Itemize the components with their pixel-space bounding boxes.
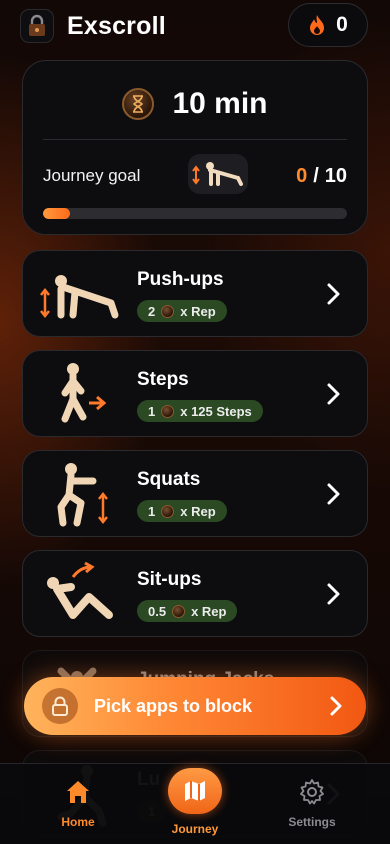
app-title: Exscroll xyxy=(67,12,166,40)
nav-settings[interactable]: Settings xyxy=(262,764,362,844)
rate-unit: x Rep xyxy=(180,303,216,319)
pick-apps-label: Pick apps to block xyxy=(94,696,253,716)
exercise-rate-badge: 0.5 x Rep xyxy=(137,600,238,622)
chevron-right-icon xyxy=(330,696,342,716)
home-icon xyxy=(67,781,89,803)
hourglass-coin-icon xyxy=(122,88,155,120)
streak-counter[interactable]: 0 xyxy=(288,3,368,47)
progress-total: 10 xyxy=(324,165,347,187)
exercise-name: Steps xyxy=(137,369,189,390)
nav-journey-label: Journey xyxy=(171,822,219,836)
gear-icon xyxy=(300,779,324,805)
lock-icon xyxy=(42,688,78,724)
rate-amount: 1 xyxy=(148,503,156,519)
chevron-right-icon xyxy=(327,483,340,505)
divider xyxy=(43,139,347,140)
exercise-name: Squats xyxy=(137,469,201,490)
exercise-rate-badge: 1 x Rep xyxy=(137,500,227,522)
progress-separator: / xyxy=(313,165,319,187)
journey-goal-label: Journey goal xyxy=(43,166,141,185)
nav-journey[interactable]: Journey xyxy=(145,764,245,844)
exercise-card-situps[interactable]: Sit-ups 0.5 x Rep xyxy=(22,550,368,637)
chevron-right-icon xyxy=(327,283,340,305)
coin-icon xyxy=(161,504,175,518)
chevron-right-icon xyxy=(327,383,340,405)
flame-icon xyxy=(310,15,325,35)
goal-card: 10 min Journey goal 0/10 xyxy=(22,60,368,235)
exercise-card-steps[interactable]: Steps 1 x 125 Steps xyxy=(22,350,368,437)
walking-figure-icon xyxy=(31,357,121,431)
progress-fill xyxy=(43,208,71,219)
exercise-card-pushups[interactable]: Push-ups 2 x Rep xyxy=(22,250,368,337)
pushup-figure-icon xyxy=(188,154,248,194)
coin-icon xyxy=(161,404,175,418)
rate-unit: x Rep xyxy=(191,603,227,619)
progress-current: 0 xyxy=(296,165,308,187)
progress-bar xyxy=(43,208,347,219)
goal-time: 10 min xyxy=(172,87,268,120)
squat-figure-icon xyxy=(31,457,121,531)
rate-unit: x 125 Steps xyxy=(180,403,252,419)
streak-count: 0 xyxy=(336,13,348,36)
coin-icon xyxy=(161,304,175,318)
nav-settings-label: Settings xyxy=(288,815,336,829)
goal-time-row: 10 min xyxy=(23,83,367,125)
rate-unit: x Rep xyxy=(180,503,216,519)
exercise-rate-badge: 1 x 125 Steps xyxy=(137,400,263,422)
rate-amount: 0.5 xyxy=(148,603,167,619)
journey-progress: 0/10 xyxy=(296,165,347,188)
pick-apps-button[interactable]: Pick apps to block xyxy=(24,677,366,735)
exercise-name: Sit-ups xyxy=(137,569,202,590)
rate-amount: 1 xyxy=(148,403,156,419)
pushup-figure-icon xyxy=(31,257,121,331)
bottom-nav: Home Journey Settings xyxy=(0,763,390,844)
exercise-name: Push-ups xyxy=(137,269,224,290)
nav-home[interactable]: Home xyxy=(28,764,128,844)
nav-home-label: Home xyxy=(61,815,95,829)
exercise-rate-badge: 2 x Rep xyxy=(137,300,227,322)
chevron-right-icon xyxy=(327,583,340,605)
map-icon xyxy=(168,768,222,814)
coin-icon xyxy=(172,604,186,618)
exercise-card-squats[interactable]: Squats 1 x Rep xyxy=(22,450,368,537)
app-header: Exscroll 0 xyxy=(0,0,390,52)
rate-amount: 2 xyxy=(148,303,156,319)
app-logo-lock-icon xyxy=(20,9,54,43)
situp-figure-icon xyxy=(31,557,121,631)
